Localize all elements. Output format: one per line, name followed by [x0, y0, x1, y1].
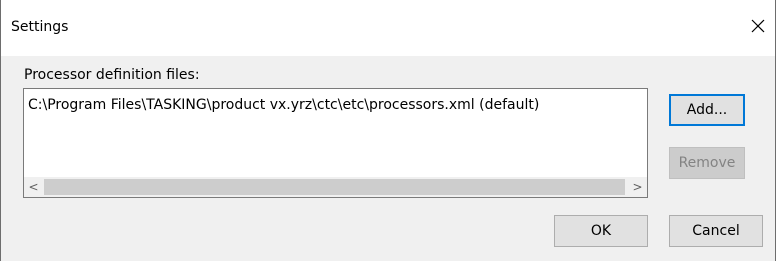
add-button[interactable]: Add...	[669, 94, 745, 126]
dialog-body: Processor definition files: C:\Program F…	[1, 56, 775, 261]
close-icon	[751, 19, 765, 33]
ok-button[interactable]: OK	[554, 215, 648, 247]
close-button[interactable]	[741, 10, 775, 42]
scroll-thumb[interactable]	[44, 179, 625, 195]
dialog-title: Settings	[11, 19, 69, 35]
scroll-left-button[interactable]: <	[24, 177, 43, 197]
chevron-right-icon: >	[632, 180, 643, 194]
settings-dialog: Settings Processor definition files: C:\…	[0, 0, 776, 261]
remove-button[interactable]: Remove	[669, 147, 745, 179]
title-bar: Settings	[1, 0, 775, 58]
list-item[interactable]: C:\Program Files\TASKING\product vx.yrz\…	[28, 97, 539, 113]
cancel-button[interactable]: Cancel	[669, 215, 763, 247]
chevron-left-icon: <	[28, 180, 39, 194]
processor-files-label: Processor definition files:	[24, 67, 200, 83]
horizontal-scrollbar[interactable]: < >	[24, 177, 647, 197]
processor-files-list[interactable]: C:\Program Files\TASKING\product vx.yrz\…	[23, 88, 648, 198]
scroll-right-button[interactable]: >	[628, 177, 647, 197]
